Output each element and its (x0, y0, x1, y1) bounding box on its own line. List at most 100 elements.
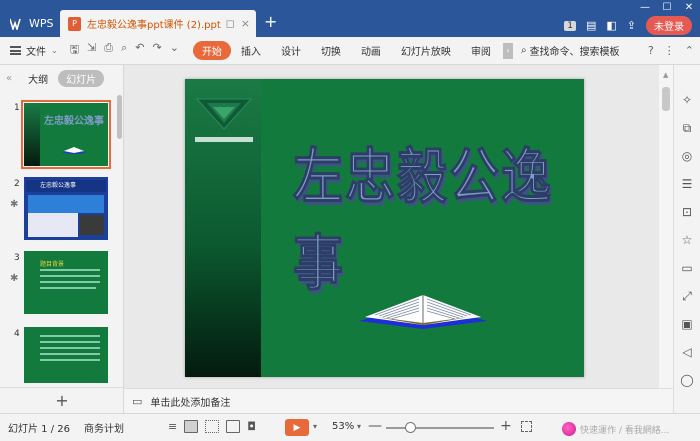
quick-access-toolbar: 🖫 ⇲ ⎙ ⌕ ↶ ↷ ⌄ (70, 41, 179, 60)
comment-icon[interactable]: ◻ (226, 17, 235, 30)
tab-animations[interactable]: 动画 (351, 43, 391, 58)
zoom-value[interactable]: 53% (332, 421, 354, 432)
thumbnail-title: 题目背景 (40, 261, 65, 268)
close-tab-icon[interactable]: × (241, 17, 250, 30)
export-side-icon[interactable]: ⤢ (680, 289, 694, 303)
canvas-scrollbar[interactable]: ▲ (659, 65, 673, 388)
thumbnail-number: 1 (14, 103, 20, 113)
tab-design[interactable]: 设计 (271, 43, 311, 58)
tab-insert[interactable]: 插入 (231, 43, 271, 58)
normal-view-icon[interactable] (184, 420, 199, 433)
command-search[interactable]: ⌕ 查找命令、搜索模板 (521, 43, 620, 58)
thumbnail-slide-1[interactable]: 左忠毅公逸事 (21, 100, 111, 169)
chat-icon[interactable]: ◯ (680, 373, 694, 387)
window-controls: — ☐ ✕ (634, 0, 700, 14)
page-badge[interactable]: 1 (564, 20, 576, 31)
tab-slides[interactable]: 幻灯片 (58, 69, 105, 87)
preview-icon[interactable]: ⌕ (121, 41, 127, 60)
zoom-in-button[interactable]: + (500, 418, 512, 434)
scroll-up-icon[interactable]: ▲ (663, 71, 668, 79)
zoom-slider[interactable] (386, 427, 494, 429)
print-icon[interactable]: ⎙ (104, 41, 113, 60)
file-menu[interactable]: 文件 ⌄ (10, 43, 58, 58)
open-book-icon (359, 295, 487, 329)
status-right-text: 快速運作 / 看我網絡... (580, 425, 670, 436)
star-icon[interactable]: ☆ (680, 233, 694, 247)
title-bar: WPS P 左忠毅公逸事ppt课件 (2).ppt ◻ × + — ☐ ✕ 1 … (0, 0, 700, 37)
ribbon-menu-bar: 文件 ⌄ 🖫 ⇲ ⎙ ⌕ ↶ ↷ ⌄ 开始 插入 设计 切换 动画 幻灯片放映 … (0, 37, 700, 65)
maximize-icon[interactable]: ☐ (656, 0, 678, 14)
fit-window-icon[interactable] (521, 421, 532, 432)
tab-outline[interactable]: 大纲 (28, 71, 48, 86)
shape-icon[interactable]: ◎ (680, 149, 694, 163)
theme-name[interactable]: 商务计划 (84, 420, 124, 435)
animation-star-icon: ✱ (10, 199, 19, 210)
notes-icon: ▭ (132, 394, 143, 408)
add-slide-button[interactable]: + (0, 387, 124, 413)
tabs-scroll-right-icon[interactable]: › (502, 42, 513, 59)
play-slideshow-button[interactable]: ▶ (285, 419, 309, 436)
minimize-icon[interactable]: — (634, 0, 656, 14)
gift-icon[interactable]: ◧ (606, 19, 616, 32)
more-options-icon[interactable]: ⋮ (664, 44, 675, 57)
thumbnail-slide-4[interactable] (24, 327, 108, 383)
tab-review[interactable]: 审阅 (461, 43, 501, 58)
share-icon[interactable]: ⇪ (627, 19, 636, 32)
tab-transitions[interactable]: 切换 (311, 43, 351, 58)
assistant-logo-icon[interactable] (562, 422, 576, 436)
scrollbar-thumb[interactable] (662, 87, 670, 111)
document-tab[interactable]: P 左忠毅公逸事ppt课件 (2).ppt ◻ × (60, 10, 256, 37)
wps-logo-icon (10, 18, 21, 30)
new-tab-button[interactable]: + (264, 14, 277, 30)
thumbnail-title: 左忠毅公逸事 (44, 116, 104, 127)
magic-icon[interactable]: ✧ (680, 93, 694, 107)
status-bar: 幻灯片 1 / 26 商务计划 ≡ ◘ ▶ ▾ 53% ▾ — + 快速運作 /… (0, 413, 700, 441)
copy-style-icon[interactable]: ⧉ (680, 121, 694, 135)
camera-icon[interactable]: ◘ (247, 420, 256, 433)
more-icon[interactable]: ⌄ (170, 41, 179, 60)
slides-panel: « 大纲 幻灯片 1 左忠毅公逸事 2 ✱ 左忠毅公逸事 3 ✱ 题目背景 4 … (0, 65, 124, 413)
audio-icon[interactable]: ◁ (680, 345, 694, 359)
wps-tab-label: WPS (29, 17, 54, 30)
settings-sliders-icon[interactable]: ☰ (680, 177, 694, 191)
export-icon[interactable]: ⇲ (87, 41, 96, 60)
collapse-ribbon-icon[interactable]: ⌃ (685, 44, 694, 57)
zoom-slider-handle[interactable] (405, 422, 416, 433)
image-icon[interactable]: ▣ (680, 317, 694, 331)
notes-bar[interactable]: ▭ 单击此处添加备注 (124, 388, 673, 413)
right-side-toolbar: ✧ ⧉ ◎ ☰ ⊡ ☆ ▭ ⤢ ▣ ◁ ◯ (673, 65, 700, 413)
undo-icon[interactable]: ↶ (135, 41, 144, 60)
sorter-view-icon[interactable] (205, 420, 220, 433)
chevron-down-icon: ⌄ (51, 46, 58, 55)
slide-title-text[interactable]: 左忠毅公逸事 (293, 129, 584, 302)
collapse-panel-icon[interactable]: « (6, 73, 12, 84)
template-icon[interactable]: ▭ (680, 261, 694, 275)
zoom-out-button[interactable]: — (368, 418, 382, 434)
thumbnail-number: 4 (14, 329, 20, 339)
thumbnail-number: 2 (14, 179, 20, 189)
slide-editor[interactable]: 左忠毅公逸事 (185, 79, 584, 377)
wps-home-tab[interactable]: WPS (0, 10, 60, 37)
chevron-down-icon[interactable]: ▾ (357, 422, 361, 431)
save-icon[interactable]: 🖫 (70, 41, 79, 60)
login-button[interactable]: 未登录 (646, 16, 692, 35)
help-icon[interactable]: ? (648, 44, 654, 57)
skin-icon[interactable]: ▤ (586, 19, 596, 32)
decoration-emblem-icon (195, 98, 253, 142)
tab-home[interactable]: 开始 (192, 41, 231, 60)
tab-slideshow[interactable]: 幻灯片放映 (391, 43, 461, 58)
thumbnail-title: 左忠毅公逸事 (26, 180, 106, 192)
notes-toggle-icon[interactable]: ≡ (168, 420, 177, 433)
thumbnail-slide-3[interactable]: 题目背景 (24, 251, 108, 314)
redo-icon[interactable]: ↷ (153, 41, 162, 60)
reading-view-icon[interactable] (226, 420, 241, 433)
hamburger-icon (10, 46, 21, 55)
slide-canvas: 左忠毅公逸事 (124, 65, 659, 388)
ribbon-tabs: 开始 插入 设计 切换 动画 幻灯片放映 审阅 › (192, 41, 513, 60)
animation-star-icon: ✱ (10, 273, 19, 284)
thumbnails-scrollbar[interactable] (117, 95, 122, 139)
close-window-icon[interactable]: ✕ (678, 0, 700, 14)
picture-search-icon[interactable]: ⊡ (680, 205, 694, 219)
thumbnail-slide-2[interactable]: 左忠毅公逸事 (24, 177, 108, 240)
chevron-down-icon[interactable]: ▾ (313, 422, 317, 431)
